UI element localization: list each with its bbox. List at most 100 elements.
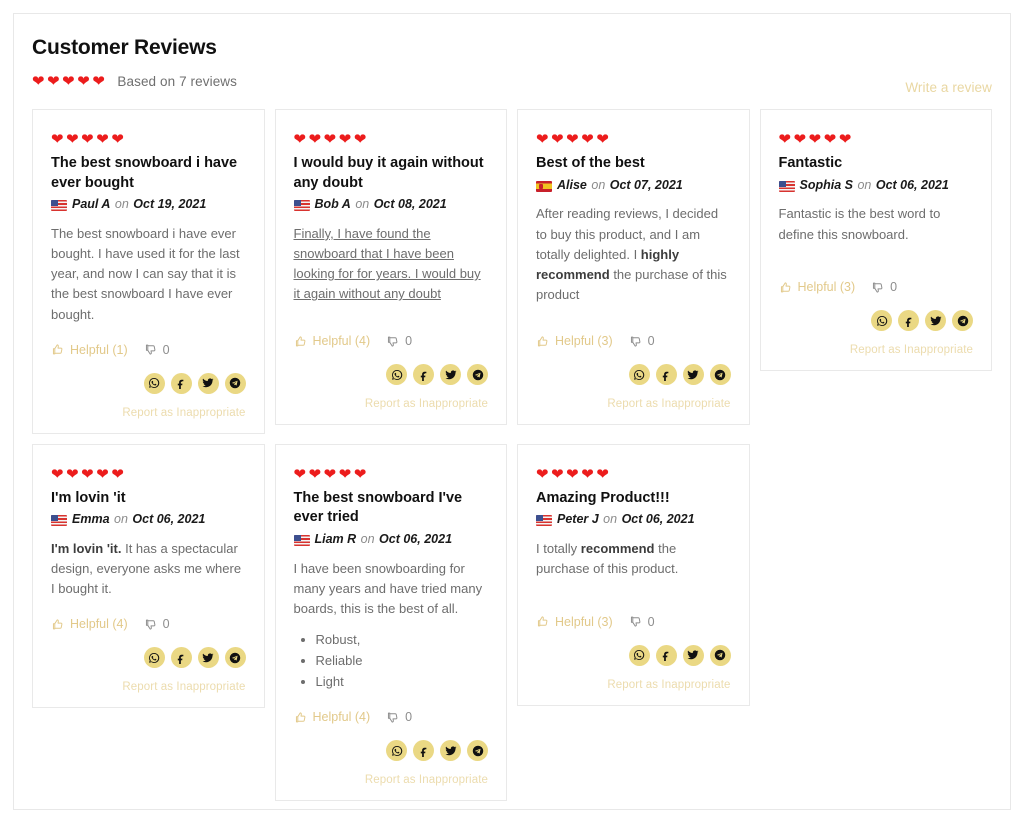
facebook-icon	[418, 745, 430, 757]
review-heart-rating: ❤❤❤❤❤	[294, 467, 489, 482]
share-facebook-button[interactable]	[655, 364, 677, 386]
share-facebook-button[interactable]	[170, 372, 192, 394]
share-facebook-button[interactable]	[170, 647, 192, 669]
report-as-inappropriate-link[interactable]: Report as Inappropriate	[294, 398, 489, 410]
report-as-inappropriate-link[interactable]: Report as Inappropriate	[536, 398, 731, 410]
review-card: ❤❤❤❤❤ The best snowboard I've ever tried L…	[274, 443, 507, 802]
share-facebook-button[interactable]	[413, 364, 434, 386]
heart-icon: ❤	[81, 465, 97, 483]
share-whatsapp-button[interactable]	[386, 364, 407, 386]
share-telegram-button[interactable]	[224, 372, 246, 394]
review-title: Best of the best	[536, 155, 645, 172]
report-as-inappropriate-link[interactable]: Report as Inappropriate	[51, 407, 246, 419]
not-helpful-button[interactable]: 0	[144, 617, 170, 631]
share-row	[536, 364, 731, 386]
whatsapp-icon	[391, 369, 403, 381]
review-date: Oct 06, 2021	[621, 512, 695, 527]
on-word: on	[357, 531, 379, 546]
share-twitter-button[interactable]	[197, 372, 219, 394]
not-helpful-button[interactable]: 0	[629, 615, 655, 629]
review-heart-rating: ❤❤❤❤❤	[536, 467, 731, 482]
not-helpful-button[interactable]: 0	[629, 334, 655, 348]
not-helpful-count-label: 0	[162, 342, 170, 357]
helpful-button[interactable]: Helpful (3)	[536, 334, 613, 348]
whatsapp-icon	[148, 652, 160, 664]
review-author-line: Alise on Oct 07, 2021	[536, 176, 731, 195]
share-twitter-button[interactable]	[440, 364, 461, 386]
share-telegram-button[interactable]	[709, 364, 731, 386]
heart-icon: ❤	[323, 465, 339, 483]
review-author-line: Peter J on Oct 06, 2021	[536, 510, 731, 529]
thumbs-down-icon	[871, 281, 884, 294]
review-body: The best snowboard i have ever bought. I…	[51, 225, 240, 322]
share-twitter-button[interactable]	[197, 647, 219, 669]
share-telegram-button[interactable]	[467, 364, 488, 386]
summary-heart-rating: ❤❤❤❤❤	[32, 74, 107, 89]
rating-summary: ❤❤❤❤❤ Based on 7 reviews	[32, 71, 992, 91]
share-whatsapp-button[interactable]	[386, 740, 407, 762]
heart-icon: ❤	[778, 131, 794, 149]
review-card: ❤❤❤❤❤ The best snowboard i have ever boug…	[32, 109, 265, 434]
not-helpful-button[interactable]: 0	[144, 343, 170, 357]
share-facebook-button[interactable]	[898, 310, 919, 332]
helpful-count-label: Helpful (3)	[555, 334, 613, 349]
not-helpful-button[interactable]: 0	[386, 334, 412, 348]
share-twitter-button[interactable]	[925, 310, 946, 332]
helpful-button[interactable]: Helpful (1)	[51, 343, 128, 357]
share-telegram-button[interactable]	[952, 310, 973, 332]
spain-flag-icon	[536, 180, 552, 192]
share-whatsapp-button[interactable]	[628, 364, 650, 386]
report-as-inappropriate-link[interactable]: Report as Inappropriate	[779, 344, 974, 356]
usa-flag-icon	[51, 200, 67, 212]
usa-flag-icon	[293, 534, 310, 546]
heart-icon: ❤	[96, 465, 112, 483]
share-twitter-button[interactable]	[440, 740, 461, 762]
review-author-name: Liam R	[314, 531, 357, 546]
helpful-button[interactable]: Helpful (4)	[294, 710, 370, 724]
share-telegram-button[interactable]	[709, 644, 731, 666]
helpful-button[interactable]: Helpful (4)	[51, 617, 128, 631]
helpful-button[interactable]: Helpful (3)	[779, 280, 856, 295]
helpful-button[interactable]: Helpful (3)	[536, 615, 613, 629]
not-helpful-count-label: 0	[162, 617, 170, 632]
share-telegram-button[interactable]	[224, 647, 246, 669]
heart-icon: ❤	[66, 131, 82, 149]
helpful-count-label: Helpful (3)	[797, 280, 856, 295]
share-telegram-button[interactable]	[467, 740, 488, 762]
helpful-button[interactable]: Helpful (4)	[294, 334, 370, 348]
share-twitter-button[interactable]	[682, 644, 704, 666]
heart-icon: ❤	[338, 131, 354, 149]
heart-icon: ❤	[353, 131, 369, 149]
heart-icon: ❤	[66, 465, 82, 483]
share-facebook-button[interactable]	[413, 740, 434, 762]
heart-icon: ❤	[47, 72, 63, 90]
review-footer: Helpful (3) 0 Report as Inappropriate	[536, 332, 731, 410]
report-as-inappropriate-link[interactable]: Report as Inappropriate	[294, 774, 489, 786]
review-author-name: Peter J	[557, 512, 599, 527]
report-as-inappropriate-link[interactable]: Report as Inappropriate	[536, 679, 731, 691]
telegram-icon	[472, 369, 484, 381]
not-helpful-button[interactable]: 0	[386, 710, 412, 724]
review-heart-rating: ❤❤❤❤❤	[294, 132, 489, 147]
usa-flag-icon	[293, 200, 310, 212]
heart-icon: ❤	[581, 131, 597, 149]
report-as-inappropriate-link[interactable]: Report as Inappropriate	[51, 681, 246, 693]
share-whatsapp-button[interactable]	[143, 372, 165, 394]
heart-icon: ❤	[338, 465, 354, 483]
not-helpful-button[interactable]: 0	[871, 280, 897, 294]
share-twitter-button[interactable]	[682, 364, 704, 386]
review-date: Oct 06, 2021	[875, 177, 949, 192]
heart-icon: ❤	[293, 465, 309, 483]
share-whatsapp-button[interactable]	[871, 310, 892, 332]
usa-flag-icon	[51, 515, 67, 527]
not-helpful-count-label: 0	[405, 334, 413, 349]
review-heart-rating: ❤❤❤❤❤	[51, 467, 246, 482]
review-footer: Helpful (3) 0 Report as Inappropriate	[536, 613, 731, 691]
heart-icon: ❤	[92, 72, 108, 90]
share-facebook-button[interactable]	[655, 644, 677, 666]
review-author-line: Bob A on Oct 08, 2021	[293, 195, 489, 214]
thumbs-up-icon	[294, 711, 307, 724]
write-a-review-button[interactable]: Write a review	[905, 80, 992, 95]
share-whatsapp-button[interactable]	[143, 647, 165, 669]
share-whatsapp-button[interactable]	[628, 644, 650, 666]
